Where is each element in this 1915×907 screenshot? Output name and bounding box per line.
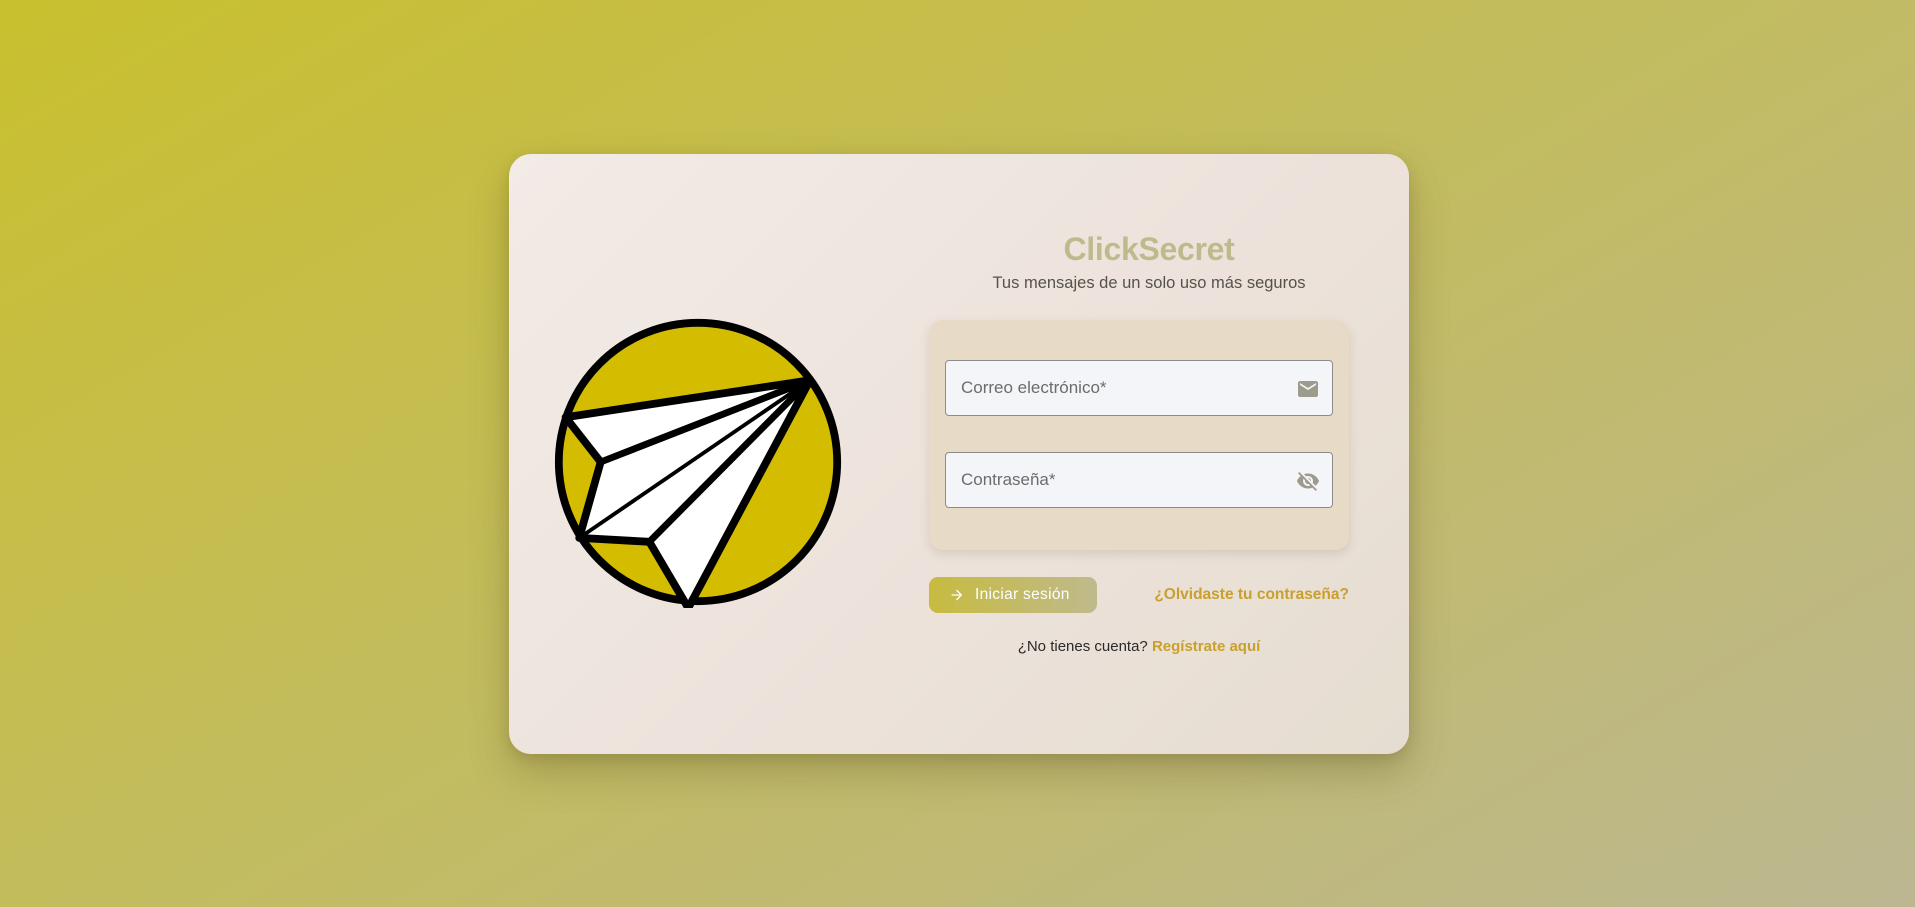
login-button-label: Iniciar sesión [975, 586, 1070, 603]
brand-header: ClickSecret Tus mensajes de un solo uso … [929, 230, 1369, 293]
arrow-right-icon [951, 589, 963, 601]
register-row: ¿No tienes cuenta? Regístrate aquí [929, 638, 1349, 655]
paper-plane-logo-icon [554, 318, 842, 608]
app-title: ClickSecret [1063, 231, 1235, 267]
email-field [945, 360, 1333, 416]
password-field [945, 452, 1333, 508]
register-prompt: ¿No tienes cuenta? [1017, 638, 1148, 655]
login-card: ClickSecret Tus mensajes de un solo uso … [509, 154, 1409, 754]
app-subtitle: Tus mensajes de un solo uso más seguros [992, 274, 1306, 292]
login-form [929, 320, 1349, 550]
forgot-password-link[interactable]: ¿Olvidaste tu contraseña? [1154, 586, 1349, 604]
login-button[interactable]: Iniciar sesión [929, 577, 1097, 613]
register-link[interactable]: Regístrate aquí [1152, 638, 1260, 655]
email-input[interactable] [946, 361, 1332, 415]
password-input[interactable] [946, 453, 1332, 507]
mail-icon [1298, 381, 1318, 397]
eye-off-icon[interactable] [1296, 469, 1320, 493]
